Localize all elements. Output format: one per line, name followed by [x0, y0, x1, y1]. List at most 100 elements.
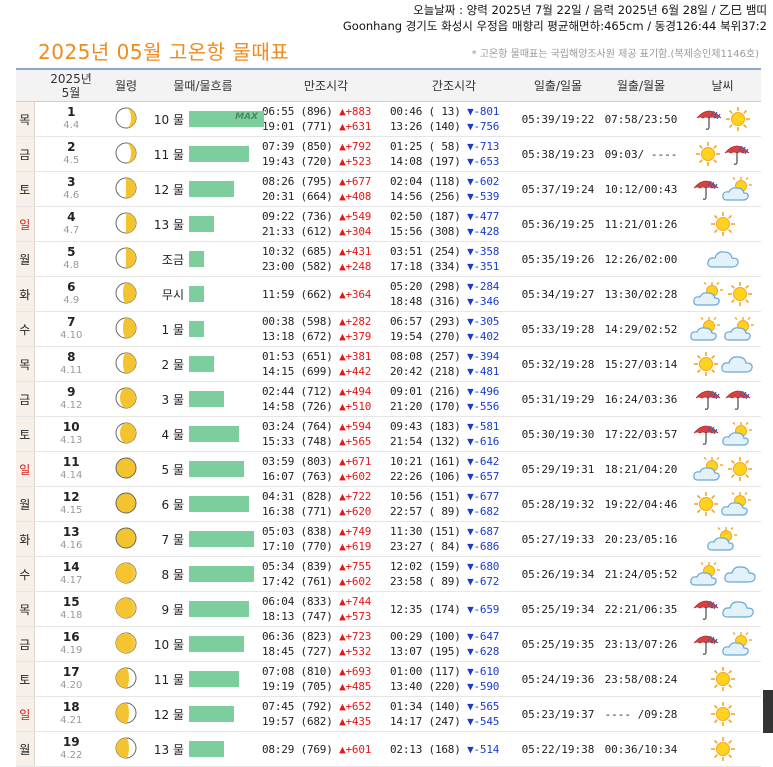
date-cell: 8 4.11	[34, 346, 108, 382]
mul-label: 13 물	[153, 742, 184, 757]
today-info: 오늘날짜 : 양력 2025년 7월 22일 / 음력 2025년 6월 28일…	[343, 2, 767, 34]
high-tide-diff: ▲+594	[339, 420, 372, 433]
tide-strength-bar	[189, 496, 249, 512]
low-tide-diff: ▼-590	[467, 680, 500, 693]
low-tide-time: 13:26 (140)	[390, 120, 468, 133]
moonrise-moonset: 17:22/03:57	[598, 416, 684, 452]
date-cell: 16 4.19	[34, 626, 108, 662]
header-dow	[16, 68, 34, 102]
day-of-week: 일	[16, 206, 35, 242]
low-tide-diff: ▼-642	[467, 455, 500, 468]
sun-icon	[726, 282, 754, 306]
high-tide-cell: 05:34 (839) ▲+755 17:42 (761) ▲+602	[262, 556, 390, 592]
low-tide-time: 14:17 (247)	[390, 715, 468, 728]
high-tide-time: 20:31 (664)	[262, 190, 340, 203]
low-tide-cell: 01:25 ( 58) ▼-713 14:08 (197) ▼-653	[390, 136, 518, 172]
tide-strength-bar	[189, 601, 249, 617]
moonrise-moonset: 20:23/05:16	[598, 521, 684, 557]
low-tide-time: 08:08 (257)	[390, 350, 468, 363]
rain-icon	[691, 425, 721, 445]
mul-label: 13 물	[153, 217, 184, 232]
suncloud-icon	[721, 422, 755, 446]
high-tide-time: 07:08 (810)	[262, 665, 340, 678]
mul-cell: 2 물	[144, 346, 262, 382]
day-of-week: 월	[16, 731, 35, 767]
low-tide-time: 14:08 (197)	[390, 155, 468, 168]
high-tide-diff: ▲+755	[339, 560, 372, 573]
low-tide-cell: 12:35 (174) ▼-659	[390, 591, 518, 627]
header-weather: 날씨	[684, 68, 761, 102]
lunar-date: 4.12	[60, 400, 83, 411]
day-of-week: 일	[16, 696, 35, 732]
table-row: 월 5 4.8 조금 10:32 (685) ▲+431 23:00 (582) ▲+24…	[16, 241, 761, 277]
sunrise-sunset: 05:23/19:37	[518, 696, 598, 732]
high-tide-diff: ▲+671	[339, 455, 372, 468]
weather-cell	[684, 626, 761, 662]
day-of-week: 금	[16, 136, 35, 172]
weather-cell	[684, 696, 761, 732]
low-tide-diff: ▼-653	[467, 155, 500, 168]
high-tide-time: 17:10 (770)	[262, 540, 340, 553]
date-cell: 18 4.21	[34, 696, 108, 732]
high-tide-time: 03:59 (803)	[262, 455, 340, 468]
tide-strength-bar	[189, 671, 239, 687]
lunar-date: 4.20	[60, 680, 83, 691]
low-tide-cell: 02:50 (187) ▼-477 15:56 (308) ▼-428	[390, 206, 518, 242]
mul-cell: 9 물	[144, 591, 262, 627]
tide-table-container: 2025년 5월 월령 물때/물흐름 만조시각 간조시각 일출/일몰 월출/월몰…	[16, 68, 761, 767]
high-tide-diff: ▲+408	[339, 190, 372, 203]
lunar-date: 4.7	[63, 225, 80, 236]
table-row: 목 1 4.4 10 물 MAX 06:55 (896) ▲+883 19:01 (771)…	[16, 101, 761, 137]
low-tide-diff: ▼-647	[467, 630, 500, 643]
high-tide-time: 06:36 (823)	[262, 630, 340, 643]
lunar-date: 4.11	[60, 365, 83, 376]
table-row: 수 14 4.17 8 물 05:34 (839) ▲+755 17:42 (761) ▲…	[16, 556, 761, 592]
day-of-week: 목	[16, 591, 35, 627]
low-tide-time: 01:00 (117)	[390, 665, 468, 678]
table-body: 목 1 4.4 10 물 MAX 06:55 (896) ▲+883 19:01 (771)…	[16, 101, 761, 767]
sunrise-sunset: 05:22/19:38	[518, 731, 598, 767]
weather-cell	[684, 276, 761, 312]
cloud-icon	[723, 566, 757, 583]
low-tide-diff: ▼-686	[467, 540, 500, 553]
low-tide-diff: ▼-514	[467, 742, 500, 756]
rain-icon	[691, 180, 721, 200]
high-tide-cell: 06:36 (823) ▲+723 18:45 (727) ▲+532	[262, 626, 390, 662]
lunar-date: 4.6	[63, 190, 80, 201]
scrollbar[interactable]	[763, 690, 773, 733]
solar-day: 7	[67, 315, 76, 329]
moon-phase-icon	[108, 206, 144, 242]
low-tide-diff: ▼-682	[467, 505, 500, 518]
low-tide-cell: 00:29 (100) ▼-647 13:07 (195) ▼-628	[390, 626, 518, 662]
low-tide-time: 20:42 (218)	[390, 365, 468, 378]
weather-cell	[684, 556, 761, 592]
tide-strength-bar	[189, 321, 204, 337]
sunrise-sunset: 05:25/19:34	[518, 591, 598, 627]
mul-label: 12 물	[153, 707, 184, 722]
low-tide-cell: 01:34 (140) ▼-565 14:17 (247) ▼-545	[390, 696, 518, 732]
moon-phase-icon	[108, 241, 144, 277]
mul-cell: 무시	[144, 276, 262, 312]
sun-icon	[692, 492, 720, 516]
moonrise-moonset: 19:22/04:46	[598, 486, 684, 522]
low-tide-diff: ▼-713	[467, 140, 500, 153]
high-tide-diff: ▲+364	[339, 287, 372, 301]
sunrise-sunset: 05:35/19:26	[518, 241, 598, 277]
tide-strength-bar	[189, 356, 214, 372]
moon-phase-icon	[108, 556, 144, 592]
low-tide-diff: ▼-496	[467, 385, 500, 398]
header-month: 5월	[61, 85, 81, 100]
high-tide-cell: 09:22 (736) ▲+549 21:33 (612) ▲+304	[262, 206, 390, 242]
lunar-date: 4.13	[60, 435, 83, 446]
high-tide-time: 16:38 (771)	[262, 505, 340, 518]
day-of-week: 월	[16, 486, 35, 522]
weather-cell	[684, 591, 761, 627]
low-tide-time: 18:48 (316)	[390, 295, 468, 308]
mul-cell: 12 물	[144, 171, 262, 207]
sun-icon	[709, 737, 737, 761]
moon-phase-icon	[108, 416, 144, 452]
mul-label: 11 물	[153, 147, 184, 162]
low-tide-time: 01:34 (140)	[390, 700, 468, 713]
high-tide-cell: 10:32 (685) ▲+431 23:00 (582) ▲+248	[262, 241, 390, 277]
mul-label: 5 물	[161, 462, 185, 477]
